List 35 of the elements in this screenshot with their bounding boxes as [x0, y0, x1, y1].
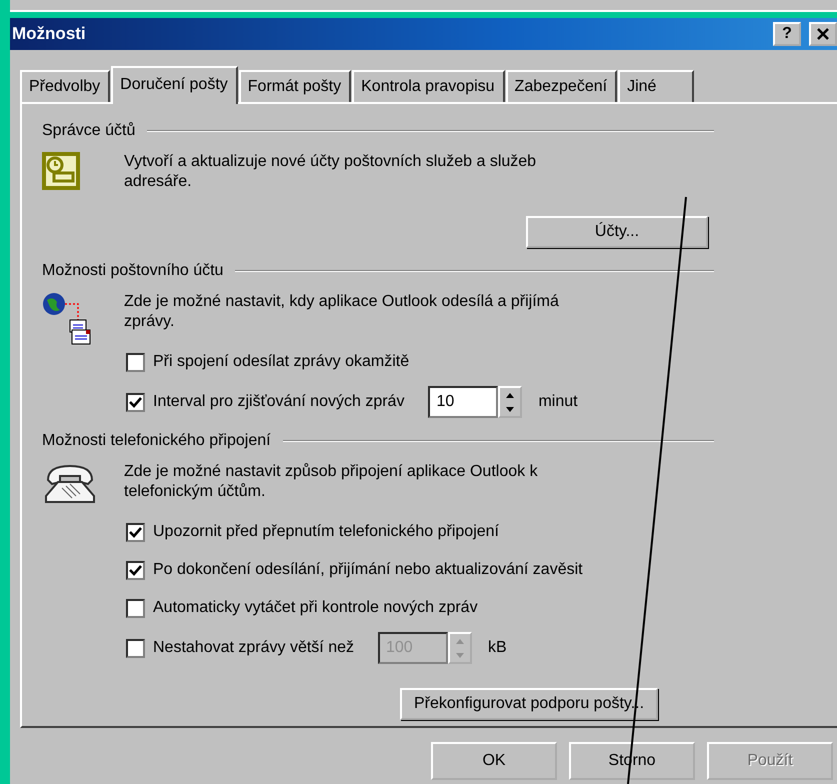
checkbox[interactable]: [126, 522, 145, 542]
help-button[interactable]: ?: [773, 22, 801, 46]
window-title: Možnosti: [12, 24, 87, 44]
description-text: Zde je možné nastavit, kdy aplikace Outlook odesílá a přijímá zprávy.: [124, 292, 560, 332]
checkbox[interactable]: [126, 560, 145, 580]
description-text: Zde je možné nastavit způsob připojení aplikace Outlook k telefonickým účtům.: [124, 462, 539, 502]
tab[interactable]: Jiné: [618, 70, 694, 102]
checkbox-label: Interval pro zjišťování nových zpráv: [153, 393, 404, 411]
checkbox-label: Při spojení odesílat zprávy okamžitě: [153, 353, 410, 371]
unit-label: kB: [488, 639, 507, 657]
spin-buttons[interactable]: [498, 386, 522, 418]
checkbox-label: Po dokončení odesílání, přijímání nebo aktualizování zavěsit: [153, 561, 583, 579]
tab[interactable]: Doručení pošty: [111, 66, 238, 104]
tab[interactable]: Formát pošty: [238, 70, 352, 102]
checkbox-label: Nestahovat zprávy větší než: [153, 639, 354, 657]
checkbox[interactable]: [126, 598, 145, 618]
tab[interactable]: Zabezpečení: [506, 70, 618, 102]
number-field[interactable]: 10: [428, 386, 498, 418]
telephone-icon: [42, 462, 98, 506]
accounts-button[interactable]: Účty...: [526, 216, 708, 248]
tab[interactable]: Předvolby: [20, 70, 110, 102]
section-heading: Možnosti telefonického připojení: [42, 432, 271, 450]
account-manager-icon: [42, 152, 80, 190]
close-button[interactable]: [809, 22, 837, 46]
dialog-button[interactable]: OK: [431, 742, 557, 780]
checkbox-label: Automaticky vytáčet při kontrole nových zpráv: [153, 599, 478, 617]
tab[interactable]: Kontrola pravopisu: [352, 70, 505, 102]
checkbox-label: Upozornit před přepnutím telefonického připojení: [153, 523, 499, 541]
close-icon: [816, 27, 830, 41]
section-heading: Možnosti poštovního účtu: [42, 262, 224, 280]
section-heading: Správce účtů: [42, 122, 136, 140]
checkbox[interactable]: [126, 352, 145, 372]
checkbox[interactable]: [126, 392, 145, 412]
description-text: Vytvoří a aktualizuje nové účty poštovních služeb a služeb adresáře.: [124, 152, 538, 192]
unit-label: minut: [538, 393, 578, 411]
